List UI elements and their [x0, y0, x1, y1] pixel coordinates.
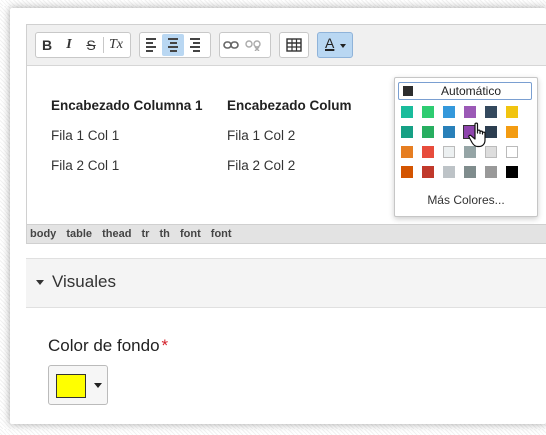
path-item[interactable]: body	[30, 228, 56, 240]
background-color-label: Color de fondo *	[48, 336, 168, 356]
toolbar-separator	[103, 37, 104, 53]
chevron-down-icon	[340, 44, 346, 48]
color-swatch[interactable]	[422, 166, 434, 178]
table-row: Fila 2 Col 1 Fila 2 Col 2	[51, 158, 295, 173]
align-group	[139, 32, 211, 58]
color-swatch[interactable]	[401, 106, 413, 118]
visuales-section-header[interactable]: Visuales	[26, 258, 546, 308]
table-group	[279, 32, 309, 58]
color-swatch[interactable]	[422, 106, 434, 118]
form-panel: B I S Tx A Encabezado Columna 1 Encabeza…	[10, 8, 546, 424]
color-swatch[interactable]	[443, 106, 455, 118]
table-cell: Fila 2 Col 1	[51, 158, 120, 173]
automatic-color-option[interactable]: Automático	[398, 82, 532, 100]
color-swatch[interactable]	[422, 126, 434, 138]
text-color-label: A	[325, 35, 335, 51]
color-swatch[interactable]	[485, 106, 497, 118]
path-item[interactable]: tr	[142, 228, 150, 240]
align-right-icon	[190, 38, 200, 52]
color-swatch[interactable]	[506, 126, 518, 138]
background-color-picker-button[interactable]	[48, 365, 108, 405]
color-swatch[interactable]	[401, 146, 413, 158]
unlink-button[interactable]	[242, 34, 264, 56]
element-path-bar: body table thead tr th font font	[27, 224, 546, 243]
table-icon	[286, 38, 302, 52]
text-color-button[interactable]: A	[317, 32, 353, 58]
color-swatch[interactable]	[401, 126, 413, 138]
path-item[interactable]: thead	[102, 228, 131, 240]
align-left-icon	[146, 38, 156, 52]
collapse-caret-icon	[36, 280, 44, 285]
color-swatch[interactable]	[443, 126, 455, 138]
more-colors-link[interactable]: Más Colores...	[395, 193, 537, 207]
table-button[interactable]	[283, 34, 305, 56]
background-color-label-text: Color de fondo	[48, 336, 160, 355]
table-header-cell: Encabezado Colum	[227, 98, 352, 113]
align-center-icon	[168, 38, 178, 52]
color-swatch[interactable]	[443, 166, 455, 178]
align-left-button[interactable]	[140, 34, 162, 56]
color-swatch[interactable]	[506, 166, 518, 178]
table-cell: Fila 1 Col 2	[227, 128, 296, 143]
align-right-button[interactable]	[184, 34, 206, 56]
chevron-down-icon	[94, 383, 102, 388]
color-swatch[interactable]	[506, 146, 518, 158]
color-swatch[interactable]	[506, 106, 518, 118]
path-item[interactable]: font	[180, 228, 201, 240]
table-header-cell: Encabezado Columna 1	[51, 98, 203, 113]
format-group: B I S Tx	[35, 32, 131, 58]
required-marker: *	[161, 336, 169, 355]
path-item[interactable]: table	[66, 228, 92, 240]
unlink-icon	[245, 40, 261, 51]
color-swatch[interactable]	[422, 146, 434, 158]
align-center-button[interactable]	[162, 34, 184, 56]
color-swatch[interactable]	[464, 166, 476, 178]
color-swatch[interactable]	[443, 146, 455, 158]
color-swatch[interactable]	[485, 166, 497, 178]
italic-button[interactable]: I	[58, 34, 80, 56]
editor-toolbar: B I S Tx A	[27, 25, 546, 66]
link-button[interactable]	[220, 34, 242, 56]
section-title: Visuales	[52, 272, 116, 291]
color-swatch[interactable]	[464, 106, 476, 118]
path-item[interactable]: font	[211, 228, 232, 240]
bold-button[interactable]: B	[36, 34, 58, 56]
table-header-row: Encabezado Columna 1 Encabezado Colum	[51, 98, 352, 113]
color-picker-dropdown: Automático Más Colores...	[394, 77, 538, 217]
table-row: Fila 1 Col 1 Fila 1 Col 2	[51, 128, 295, 143]
strikethrough-button[interactable]: S	[80, 34, 102, 56]
color-swatch[interactable]	[401, 166, 413, 178]
clear-format-button[interactable]: Tx	[105, 34, 127, 56]
link-icon	[223, 41, 239, 49]
background-color-swatch	[56, 374, 86, 398]
hand-pointer-icon	[468, 122, 486, 148]
table-cell: Fila 1 Col 1	[51, 128, 120, 143]
path-item[interactable]: th	[160, 228, 170, 240]
link-group	[219, 32, 271, 58]
rich-text-editor: B I S Tx A Encabezado Columna 1 Encabeza…	[26, 24, 546, 244]
automatic-color-label: Automático	[440, 84, 502, 98]
table-cell: Fila 2 Col 2	[227, 158, 296, 173]
